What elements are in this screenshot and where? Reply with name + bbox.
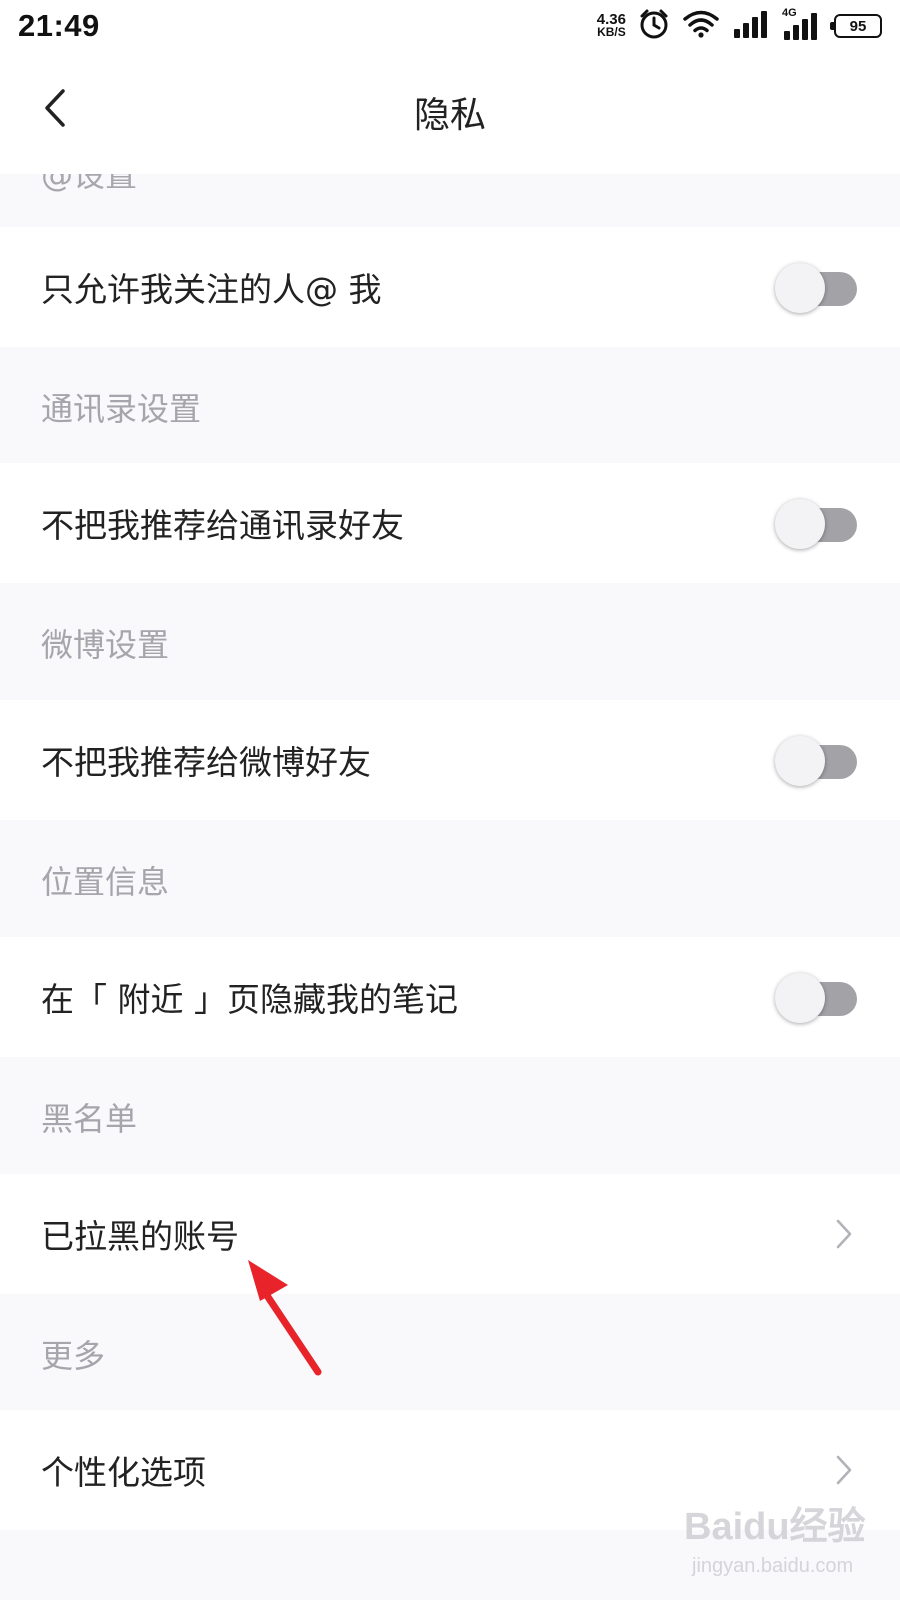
section-label: @设置 xyxy=(41,174,138,194)
section-label: 位置信息 xyxy=(41,863,170,901)
battery-icon: 95 xyxy=(830,14,882,38)
row-label: 不把我推荐给通讯录好友 xyxy=(41,506,404,545)
alarm-icon xyxy=(638,8,670,44)
toggle-no-recommend-weibo[interactable] xyxy=(775,735,859,786)
section-header-weibo: 微博设置 xyxy=(0,583,900,703)
section-label: 通讯录设置 xyxy=(41,390,202,428)
toggle-at-only-followed[interactable] xyxy=(775,262,859,313)
section-header-location: 位置信息 xyxy=(0,820,900,940)
network-speed-unit: KB/S xyxy=(597,25,626,39)
row-label: 在「 附近 」页隐藏我的笔记 xyxy=(41,980,458,1019)
row-no-recommend-weibo[interactable]: 不把我推荐给微博好友 xyxy=(0,700,900,820)
row-no-recommend-contacts[interactable]: 不把我推荐给通讯录好友 xyxy=(0,463,900,583)
section-header-more: 更多 xyxy=(0,1294,900,1414)
status-time: 21:49 xyxy=(18,8,100,43)
signal-icon xyxy=(732,10,770,42)
section-label: 微博设置 xyxy=(41,626,170,664)
network-speed: 4.36 KB/S xyxy=(597,12,626,39)
annotation-arrow-icon xyxy=(240,1255,340,1380)
toggle-knob xyxy=(775,263,825,313)
section-header-contacts: 通讯录设置 xyxy=(0,347,900,467)
watermark-url: jingyan.baidu.com xyxy=(692,1555,854,1577)
row-label: 已拉黑的账号 xyxy=(41,1217,239,1256)
section-header-at-settings: @设置 xyxy=(0,174,900,230)
row-label: 只允许我关注的人@ 我 xyxy=(41,270,382,309)
row-at-only-followed[interactable]: 只允许我关注的人@ 我 xyxy=(0,227,900,347)
toggle-knob xyxy=(775,499,825,549)
wifi-icon xyxy=(682,9,720,43)
chevron-right-icon xyxy=(829,1450,859,1490)
row-blocked-accounts[interactable]: 已拉黑的账号 xyxy=(0,1174,900,1294)
page-title: 隐私 xyxy=(413,95,486,136)
toggle-hide-nearby[interactable] xyxy=(775,972,859,1023)
row-label: 不把我推荐给微博好友 xyxy=(41,743,371,782)
row-label: 个性化选项 xyxy=(41,1453,206,1492)
section-label: 更多 xyxy=(41,1337,106,1375)
toggle-no-recommend-contacts[interactable] xyxy=(775,498,859,549)
toggle-knob xyxy=(775,973,825,1023)
status-icons: 4.36 KB/S 4G 95 xyxy=(597,7,882,44)
status-bar: 21:49 4.36 KB/S 4G 95 xyxy=(0,0,900,52)
watermark: Baidu经验 jingyan.baidu.com xyxy=(684,1495,894,1595)
watermark-logo: Baidu经验 xyxy=(684,1506,866,1548)
section-header-blacklist: 黑名单 xyxy=(0,1057,900,1177)
signal-4g-icon: 4G xyxy=(782,7,822,41)
title-bar: 隐私 xyxy=(0,52,900,174)
chevron-right-icon xyxy=(829,1214,859,1254)
row-hide-nearby[interactable]: 在「 附近 」页隐藏我的笔记 xyxy=(0,937,900,1057)
section-label: 黑名单 xyxy=(41,1100,138,1138)
toggle-knob xyxy=(775,736,825,786)
